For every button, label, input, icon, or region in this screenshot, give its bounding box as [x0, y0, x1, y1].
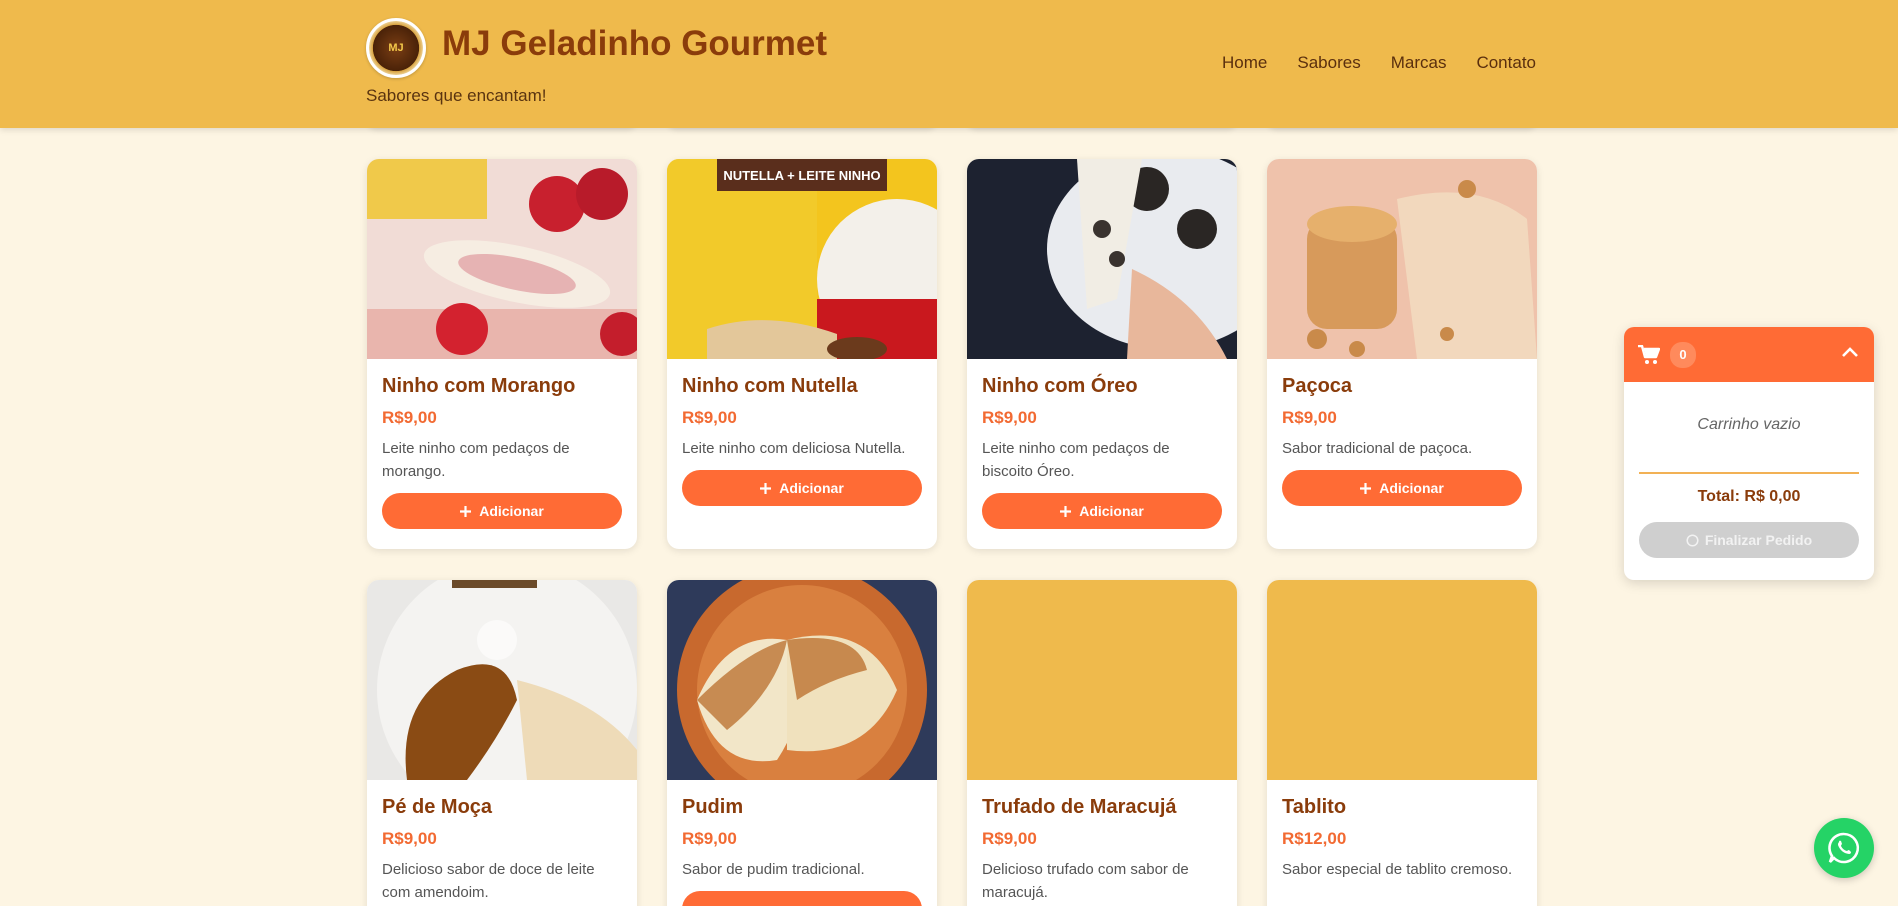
product-description: Leite ninho com pedaços de biscoito Óreo…: [982, 440, 1170, 480]
product-image-banner: NUTELLA + LEITE NINHO: [717, 159, 887, 191]
product-image: [367, 580, 637, 780]
product-image-placeholder: [1267, 580, 1537, 780]
site-header: MJ MJ Geladinho Gourmet Sabores que enca…: [0, 0, 1898, 128]
product-image-placeholder: [967, 580, 1237, 780]
whatsapp-icon: [1828, 832, 1860, 864]
product-card: Pudim R$9,00 Sabor de pudim tradicional.: [667, 580, 937, 906]
product-name: Pé de Moça: [382, 796, 493, 818]
product-card: Paçoca R$9,00 Sabor tradicional de paçoc…: [1267, 159, 1537, 549]
add-button[interactable]: Adicionar: [1282, 470, 1522, 506]
main-nav: Home Sabores Marcas Contato: [1222, 53, 1536, 73]
add-button[interactable]: Adicionar: [382, 493, 622, 529]
cart-header[interactable]: 0: [1624, 327, 1874, 382]
product-price: R$12,00: [1282, 829, 1347, 848]
cart-icon: [1638, 344, 1660, 364]
product-description: Sabor tradicional de paçoca.: [1282, 440, 1473, 457]
product-card: Ninho com Óreo R$9,00 Leite ninho com pe…: [967, 159, 1237, 549]
plus-icon: [460, 505, 472, 517]
product-description: Delicioso sabor de doce de leite com ame…: [382, 861, 595, 901]
nav-marcas[interactable]: Marcas: [1391, 53, 1447, 73]
chevron-up-icon[interactable]: [1840, 343, 1860, 363]
plus-icon: [760, 482, 772, 494]
product-price: R$9,00: [682, 829, 737, 848]
add-button-label: Adicionar: [1379, 480, 1444, 496]
add-button-label: Adicionar: [779, 480, 844, 496]
product-image: [667, 580, 937, 780]
product-card: Tablito R$12,00 Sabor especial de tablit…: [1267, 580, 1537, 906]
plus-icon: [1360, 482, 1372, 494]
product-card: Ninho com Morango R$9,00 Leite ninho com…: [367, 159, 637, 549]
product-price: R$9,00: [1282, 408, 1337, 427]
product-name: Ninho com Morango: [382, 375, 576, 397]
product-description: Delicioso trufado com sabor de maracujá.: [982, 861, 1189, 901]
product-image: [1267, 159, 1537, 359]
whatsapp-icon: [1686, 533, 1699, 547]
product-price: R$9,00: [982, 829, 1037, 848]
product-description: Leite ninho com deliciosa Nutella.: [682, 440, 906, 457]
product-image: [967, 159, 1237, 359]
product-card: Pé de Moça R$9,00 Delicioso sabor de doc…: [367, 580, 637, 906]
product-name: Trufado de Maracujá: [982, 796, 1177, 818]
add-button-label: Adicionar: [479, 503, 544, 519]
cart-panel: 0 Carrinho vazio Total: R$ 0,00 Finaliza…: [1624, 327, 1874, 580]
product-price: R$9,00: [982, 408, 1037, 427]
product-name: Ninho com Óreo: [982, 375, 1138, 397]
finalize-order-button[interactable]: Finalizar Pedido: [1639, 522, 1859, 558]
add-button-label: Adicionar: [1079, 503, 1144, 519]
plus-icon: [1060, 505, 1072, 517]
product-image: NUTELLA + LEITE NINHO: [667, 159, 937, 359]
product-name: Tablito: [1282, 796, 1347, 818]
product-name: Ninho com Nutella: [682, 375, 858, 397]
product-price: R$9,00: [382, 829, 437, 848]
product-card: NUTELLA + LEITE NINHO Ninho com Nutella …: [667, 159, 937, 549]
tagline: Sabores que encantam!: [366, 86, 547, 105]
nav-sabores[interactable]: Sabores: [1297, 53, 1360, 73]
product-card: Trufado de Maracujá R$9,00 Delicioso tru…: [967, 580, 1237, 906]
finalize-order-label: Finalizar Pedido: [1704, 532, 1813, 548]
add-button[interactable]: Adicionar: [682, 470, 922, 506]
nav-contato[interactable]: Contato: [1476, 53, 1536, 73]
product-name: Paçoca: [1282, 375, 1353, 397]
product-price: R$9,00: [382, 408, 437, 427]
nav-home[interactable]: Home: [1222, 53, 1267, 73]
logo-text: MJ: [369, 21, 423, 75]
logo[interactable]: MJ: [366, 18, 426, 78]
divider: [1639, 472, 1859, 474]
whatsapp-button[interactable]: [1814, 818, 1874, 878]
cart-total: Total: R$ 0,00: [1697, 488, 1801, 505]
cart-empty-text: Carrinho vazio: [1697, 416, 1801, 433]
add-button[interactable]: [682, 891, 922, 906]
product-description: Leite ninho com pedaços de morango.: [382, 440, 570, 480]
cart-count-badge: 0: [1670, 341, 1696, 368]
product-description: Sabor de pudim tradicional.: [682, 861, 865, 878]
add-button[interactable]: Adicionar: [982, 493, 1222, 529]
product-description: Sabor especial de tablito cremoso.: [1282, 861, 1513, 878]
brand-title[interactable]: MJ Geladinho Gourmet: [442, 24, 827, 64]
product-name: Pudim: [682, 796, 744, 818]
product-price: R$9,00: [682, 408, 737, 427]
product-image: [367, 159, 637, 359]
